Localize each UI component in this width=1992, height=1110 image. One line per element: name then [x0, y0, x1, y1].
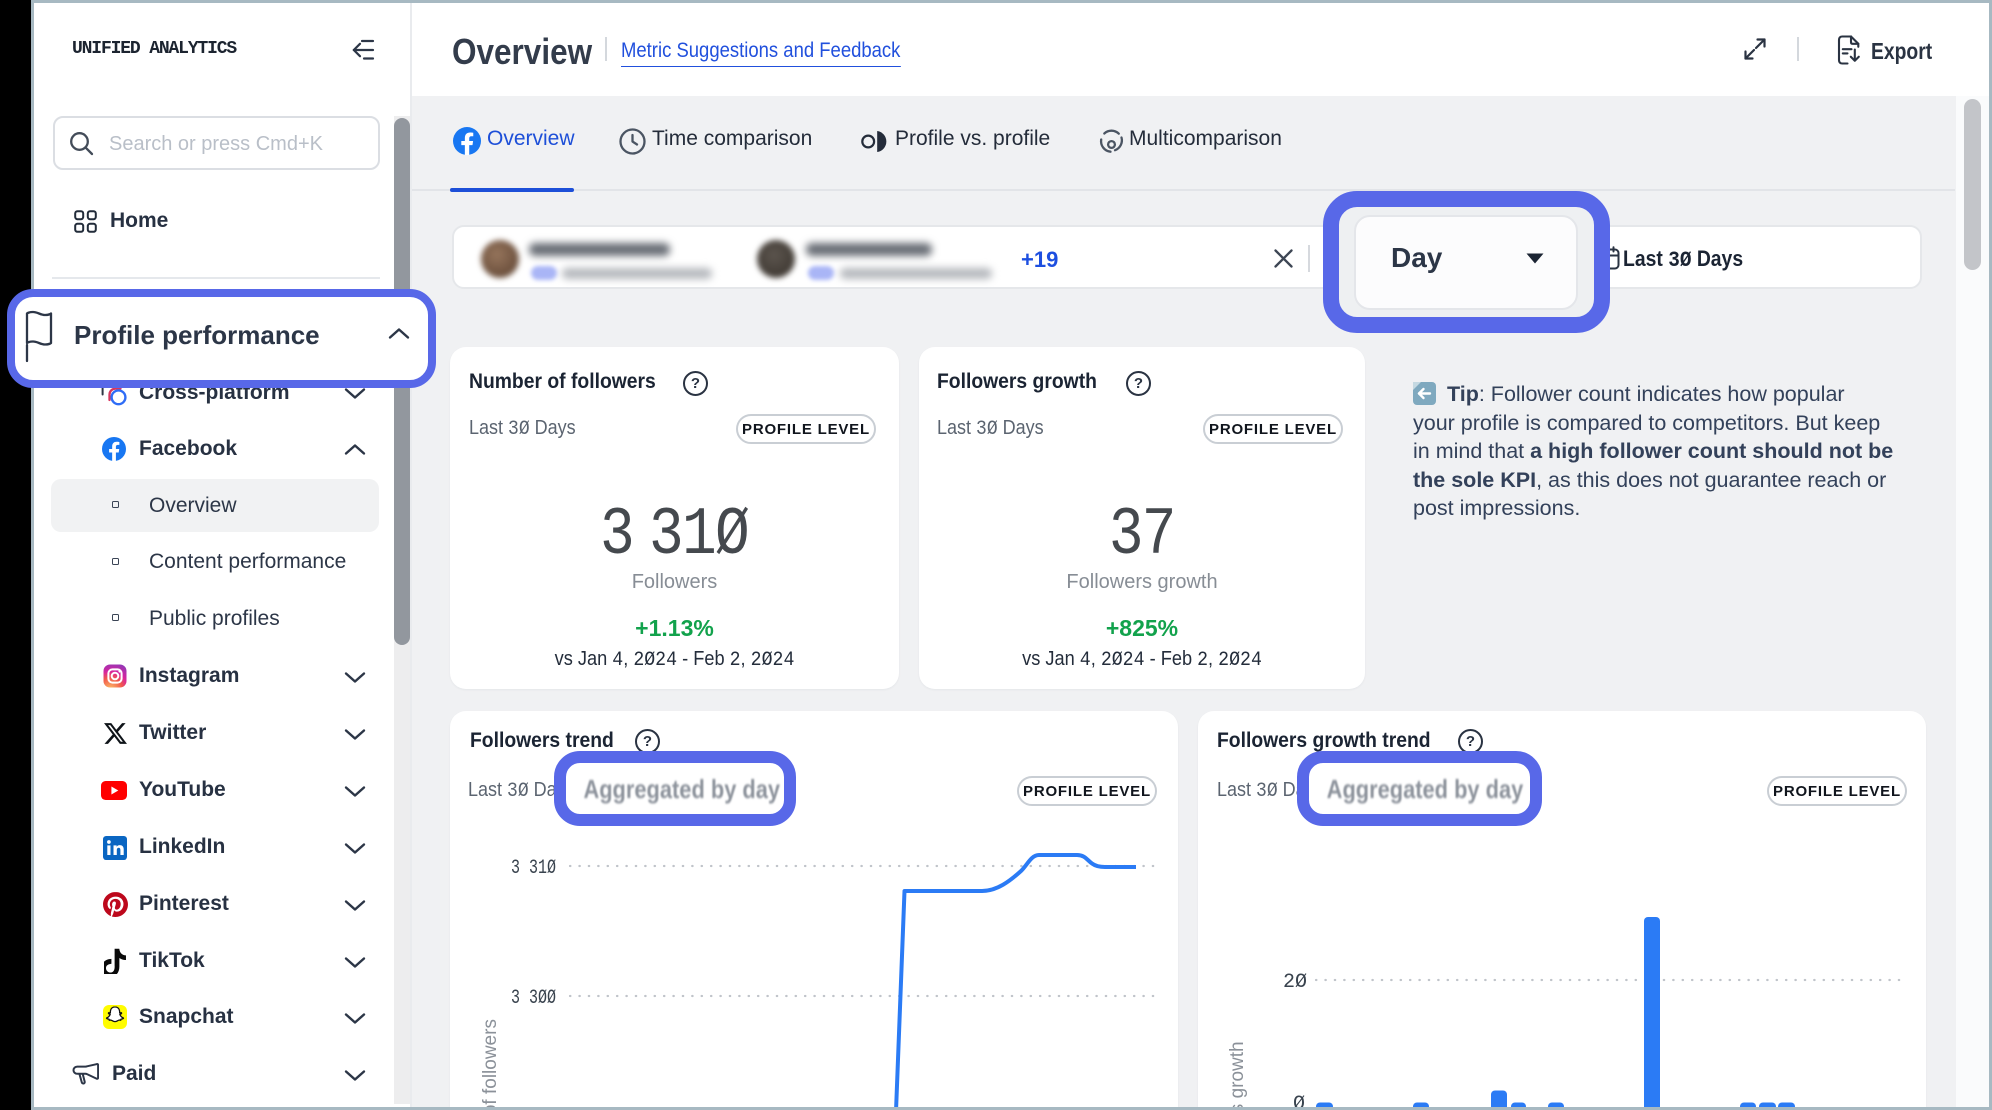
svg-text:2Ø: 2Ø: [1283, 971, 1307, 994]
svg-text:3 3ØØ: 3 3ØØ: [511, 987, 556, 1010]
svg-text:3 31Ø: 3 31Ø: [511, 857, 556, 880]
svg-text:Ø: Ø: [1293, 1093, 1305, 1107]
svg-text:Number of followers: Number of followers: [480, 1019, 501, 1107]
svg-text:Followers growth: Followers growth: [1227, 1041, 1248, 1107]
